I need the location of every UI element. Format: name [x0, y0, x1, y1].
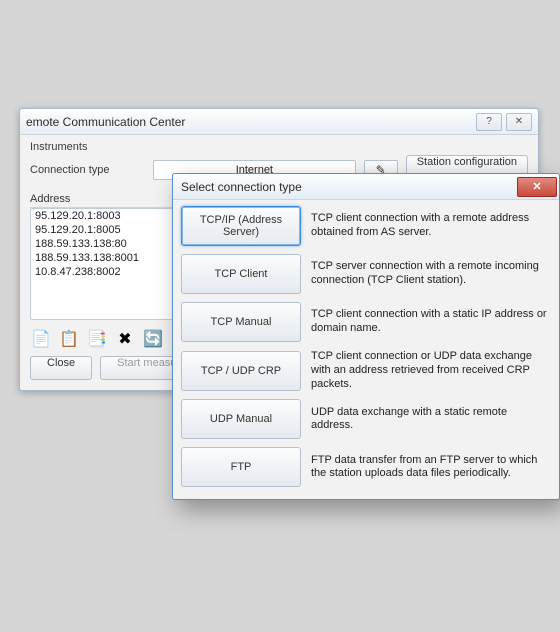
connection-type-label: Connection type [30, 164, 145, 176]
option-row: TCP Client TCP server connection with a r… [181, 254, 551, 294]
option-button[interactable]: TCP Manual [181, 302, 301, 342]
refresh-icon[interactable]: 🔄 [142, 328, 164, 350]
close-icon[interactable]: ✕ [517, 177, 557, 197]
option-description: TCP client connection or UDP data exchan… [311, 350, 551, 391]
close-icon[interactable]: ✕ [506, 113, 532, 131]
option-row: TCP Manual TCP client connection with a s… [181, 302, 551, 342]
cell-address: 188.59.133.138:8001 [35, 252, 195, 264]
dialog-title: Select connection type [181, 180, 515, 194]
option-description: TCP server connection with a remote inco… [311, 260, 551, 288]
edit-icon[interactable]: 📋 [58, 328, 80, 350]
option-row: TCP / UDP CRPTCP client connection or UD… [181, 350, 551, 391]
option-row: UDP Manual UDP data exchange with a stati… [181, 399, 551, 439]
cell-address: 10.8.47.238:8002 [35, 266, 195, 278]
option-button[interactable]: FTP [181, 447, 301, 487]
option-description: UDP data exchange with a static remote a… [311, 406, 551, 434]
cell-address: 188.59.133.138:80 [35, 238, 195, 250]
option-button[interactable]: UDP Manual [181, 399, 301, 439]
main-window-title: emote Communication Center [26, 115, 472, 129]
option-row: TCP/IP (Address Server) TCP client connec… [181, 206, 551, 246]
option-button[interactable]: TCP / UDP CRP [181, 351, 301, 391]
select-connection-type-dialog: Select connection type ✕ TCP/IP (Address… [172, 173, 560, 500]
option-description: TCP client connection with a static IP a… [311, 308, 551, 336]
option-button[interactable]: TCP/IP (Address Server) [181, 206, 301, 246]
cell-address: 95.129.20.1:8005 [35, 224, 195, 236]
instruments-label: Instruments [30, 141, 528, 153]
option-button[interactable]: TCP Client [181, 254, 301, 294]
col-header-address[interactable]: Address [30, 193, 190, 205]
new-station-icon[interactable]: 📄 [30, 328, 52, 350]
main-titlebar[interactable]: emote Communication Center ? ✕ [20, 109, 538, 135]
delete-icon[interactable]: ✖ [114, 328, 136, 350]
option-row: FTP FTP data transfer from an FTP server … [181, 447, 551, 487]
dialog-titlebar[interactable]: Select connection type ✕ [173, 174, 559, 200]
dialog-body: TCP/IP (Address Server) TCP client connec… [173, 200, 559, 499]
help-icon[interactable]: ? [476, 113, 502, 131]
option-description: TCP client connection with a remote addr… [311, 212, 551, 240]
close-button[interactable]: Close [30, 356, 92, 380]
option-description: FTP data transfer from an FTP server to … [311, 454, 551, 482]
edit-station-icon[interactable]: 📑 [86, 328, 108, 350]
cell-address: 95.129.20.1:8003 [35, 210, 195, 222]
